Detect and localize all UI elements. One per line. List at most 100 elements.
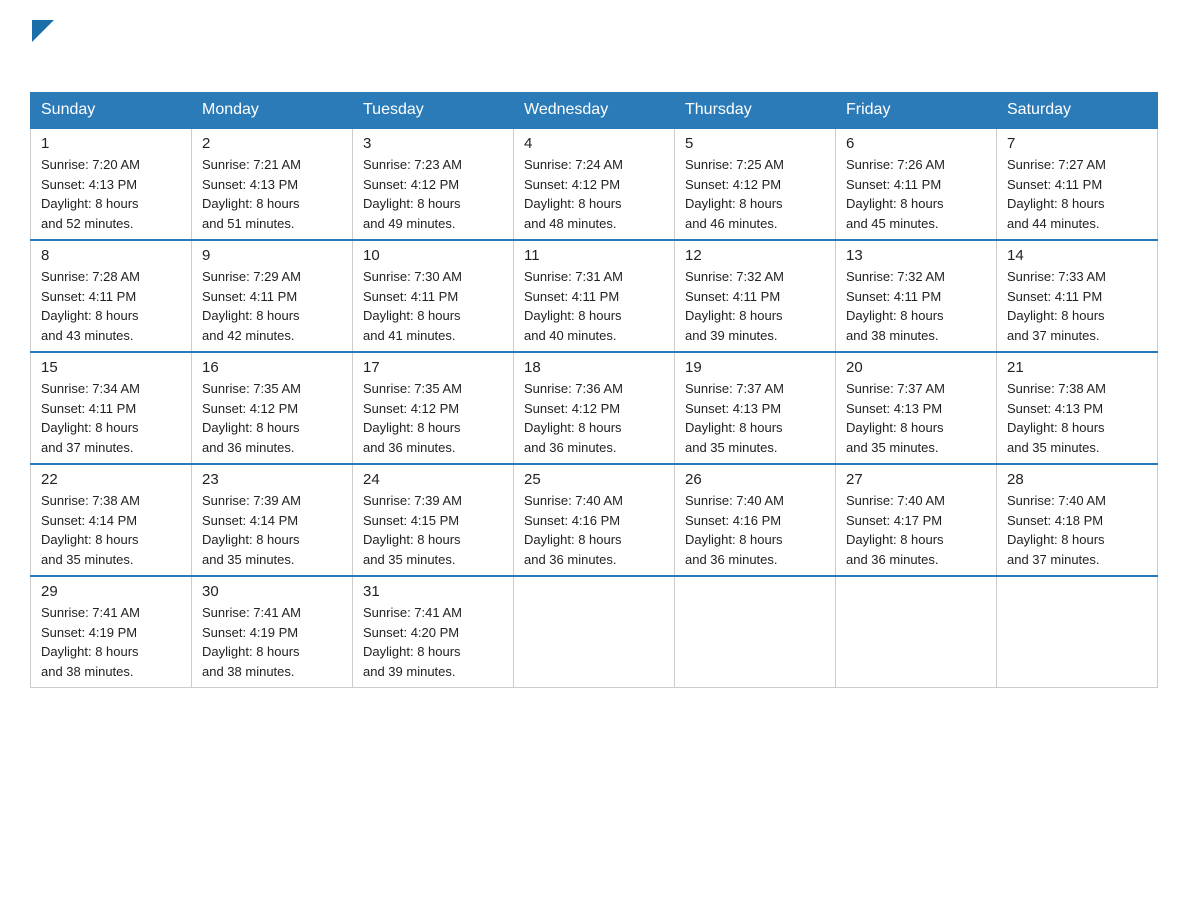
day-info: Sunrise: 7:39 AMSunset: 4:14 PMDaylight:…: [202, 491, 342, 569]
week-row-1: 1 Sunrise: 7:20 AMSunset: 4:13 PMDaylight…: [31, 128, 1158, 240]
calendar-cell: 26 Sunrise: 7:40 AMSunset: 4:16 PMDayligh…: [675, 464, 836, 576]
day-number: 31: [363, 583, 503, 600]
day-number: 19: [685, 359, 825, 376]
weekday-header-monday: Monday: [192, 93, 353, 129]
calendar-cell: 31 Sunrise: 7:41 AMSunset: 4:20 PMDayligh…: [353, 576, 514, 688]
calendar-cell: 18Sunrise: 7:36 AMSunset: 4:12 PMDayligh…: [514, 352, 675, 464]
day-number: 7: [1007, 135, 1147, 152]
day-number: 18: [524, 359, 664, 376]
weekday-header-saturday: Saturday: [997, 93, 1158, 129]
day-info: Sunrise: 7:40 AMSunset: 4:16 PMDaylight:…: [685, 491, 825, 569]
calendar-table: SundayMondayTuesdayWednesdayThursdayFrid…: [30, 92, 1158, 688]
weekday-header-wednesday: Wednesday: [514, 93, 675, 129]
day-number: 4: [524, 135, 664, 152]
day-info: Sunrise: 7:28 AMSunset: 4:11 PMDaylight:…: [41, 267, 181, 345]
calendar-cell: 22 Sunrise: 7:38 AMSunset: 4:14 PMDayligh…: [31, 464, 192, 576]
day-number: 13: [846, 247, 986, 264]
day-number: 8: [41, 247, 181, 264]
day-number: 25: [524, 471, 664, 488]
day-info: Sunrise: 7:27 AMSunset: 4:11 PMDaylight:…: [1007, 155, 1147, 233]
calendar-cell: 8 Sunrise: 7:28 AMSunset: 4:11 PMDaylight…: [31, 240, 192, 352]
calendar-cell: 5 Sunrise: 7:25 AMSunset: 4:12 PMDaylight…: [675, 128, 836, 240]
calendar-cell: 21 Sunrise: 7:38 AMSunset: 4:13 PMDayligh…: [997, 352, 1158, 464]
day-info: Sunrise: 7:33 AMSunset: 4:11 PMDaylight:…: [1007, 267, 1147, 345]
day-number: 28: [1007, 471, 1147, 488]
weekday-header-thursday: Thursday: [675, 93, 836, 129]
calendar-cell: 17Sunrise: 7:35 AMSunset: 4:12 PMDayligh…: [353, 352, 514, 464]
calendar-cell: [514, 576, 675, 688]
weekday-header-friday: Friday: [836, 93, 997, 129]
calendar-cell: 3Sunrise: 7:23 AMSunset: 4:12 PMDaylight…: [353, 128, 514, 240]
day-info: Sunrise: 7:41 AMSunset: 4:19 PMDaylight:…: [202, 603, 342, 681]
day-number: 11: [524, 247, 664, 264]
week-row-2: 8 Sunrise: 7:28 AMSunset: 4:11 PMDaylight…: [31, 240, 1158, 352]
day-number: 16: [202, 359, 342, 376]
day-info: Sunrise: 7:40 AMSunset: 4:16 PMDaylight:…: [524, 491, 664, 569]
calendar-cell: 25 Sunrise: 7:40 AMSunset: 4:16 PMDayligh…: [514, 464, 675, 576]
weekday-header-tuesday: Tuesday: [353, 93, 514, 129]
calendar-cell: 13 Sunrise: 7:32 AMSunset: 4:11 PMDayligh…: [836, 240, 997, 352]
calendar-cell: 20 Sunrise: 7:37 AMSunset: 4:13 PMDayligh…: [836, 352, 997, 464]
calendar-cell: 12 Sunrise: 7:32 AMSunset: 4:11 PMDayligh…: [675, 240, 836, 352]
day-info: Sunrise: 7:37 AMSunset: 4:13 PMDaylight:…: [846, 379, 986, 457]
day-info: Sunrise: 7:29 AMSunset: 4:11 PMDaylight:…: [202, 267, 342, 345]
calendar-cell: 29Sunrise: 7:41 AMSunset: 4:19 PMDayligh…: [31, 576, 192, 688]
calendar-cell: 16 Sunrise: 7:35 AMSunset: 4:12 PMDayligh…: [192, 352, 353, 464]
calendar-cell: 4 Sunrise: 7:24 AMSunset: 4:12 PMDaylight…: [514, 128, 675, 240]
day-info: Sunrise: 7:34 AMSunset: 4:11 PMDaylight:…: [41, 379, 181, 457]
calendar-cell: [997, 576, 1158, 688]
day-number: 15: [41, 359, 181, 376]
day-info: Sunrise: 7:38 AMSunset: 4:13 PMDaylight:…: [1007, 379, 1147, 457]
week-row-4: 22 Sunrise: 7:38 AMSunset: 4:14 PMDayligh…: [31, 464, 1158, 576]
day-info: Sunrise: 7:35 AMSunset: 4:12 PMDaylight:…: [202, 379, 342, 457]
day-number: 1: [41, 135, 181, 152]
day-number: 14: [1007, 247, 1147, 264]
calendar-cell: 30 Sunrise: 7:41 AMSunset: 4:19 PMDayligh…: [192, 576, 353, 688]
calendar-cell: 19 Sunrise: 7:37 AMSunset: 4:13 PMDayligh…: [675, 352, 836, 464]
day-number: 20: [846, 359, 986, 376]
day-info: Sunrise: 7:23 AMSunset: 4:12 PMDaylight:…: [363, 155, 503, 233]
calendar-cell: 7 Sunrise: 7:27 AMSunset: 4:11 PMDaylight…: [997, 128, 1158, 240]
calendar-cell: 9 Sunrise: 7:29 AMSunset: 4:11 PMDaylight…: [192, 240, 353, 352]
calendar-cell: 11 Sunrise: 7:31 AMSunset: 4:11 PMDayligh…: [514, 240, 675, 352]
day-number: 24: [363, 471, 503, 488]
day-info: Sunrise: 7:40 AMSunset: 4:17 PMDaylight:…: [846, 491, 986, 569]
day-info: Sunrise: 7:41 AMSunset: 4:20 PMDaylight:…: [363, 603, 503, 681]
day-number: 22: [41, 471, 181, 488]
calendar-cell: 28Sunrise: 7:40 AMSunset: 4:18 PMDayligh…: [997, 464, 1158, 576]
week-row-5: 29 Sunrise: 7:41 AMSunset: 4:19 PMDayligh…: [31, 576, 1158, 688]
day-number: 12: [685, 247, 825, 264]
day-info: Sunrise: 7:25 AMSunset: 4:12 PMDaylight:…: [685, 155, 825, 233]
calendar-cell: 23 Sunrise: 7:39 AMSunset: 4:14 PMDayligh…: [192, 464, 353, 576]
weekday-header-row: SundayMondayTuesdayWednesdayThursdayFrid…: [31, 93, 1158, 129]
calendar-cell: 24Sunrise: 7:39 AMSunset: 4:15 PMDayligh…: [353, 464, 514, 576]
calendar-cell: [675, 576, 836, 688]
day-info: Sunrise: 7:20 AMSunset: 4:13 PMDaylight:…: [41, 155, 181, 233]
day-info: Sunrise: 7:31 AMSunset: 4:11 PMDaylight:…: [524, 267, 664, 345]
week-row-3: 15 Sunrise: 7:34 AMSunset: 4:11 PMDayligh…: [31, 352, 1158, 464]
day-number: 2: [202, 135, 342, 152]
day-number: 21: [1007, 359, 1147, 376]
day-info: Sunrise: 7:37 AMSunset: 4:13 PMDaylight:…: [685, 379, 825, 457]
calendar-cell: 6Sunrise: 7:26 AMSunset: 4:11 PMDaylight…: [836, 128, 997, 240]
day-info: Sunrise: 7:32 AMSunset: 4:11 PMDaylight:…: [685, 267, 825, 345]
day-number: 29: [41, 583, 181, 600]
day-info: Sunrise: 7:32 AMSunset: 4:11 PMDaylight:…: [846, 267, 986, 345]
calendar-cell: 27Sunrise: 7:40 AMSunset: 4:17 PMDayligh…: [836, 464, 997, 576]
calendar-cell: 1 Sunrise: 7:20 AMSunset: 4:13 PMDaylight…: [31, 128, 192, 240]
day-info: Sunrise: 7:35 AMSunset: 4:12 PMDaylight:…: [363, 379, 503, 457]
day-info: Sunrise: 7:38 AMSunset: 4:14 PMDaylight:…: [41, 491, 181, 569]
day-number: 26: [685, 471, 825, 488]
weekday-header-sunday: Sunday: [31, 93, 192, 129]
day-number: 6: [846, 135, 986, 152]
page-header: [30, 20, 1158, 72]
day-number: 5: [685, 135, 825, 152]
day-number: 30: [202, 583, 342, 600]
calendar-cell: 14 Sunrise: 7:33 AMSunset: 4:11 PMDayligh…: [997, 240, 1158, 352]
logo: [30, 20, 54, 72]
day-number: 9: [202, 247, 342, 264]
day-info: Sunrise: 7:24 AMSunset: 4:12 PMDaylight:…: [524, 155, 664, 233]
day-number: 23: [202, 471, 342, 488]
day-info: Sunrise: 7:21 AMSunset: 4:13 PMDaylight:…: [202, 155, 342, 233]
logo-arrow-icon: [32, 20, 54, 42]
